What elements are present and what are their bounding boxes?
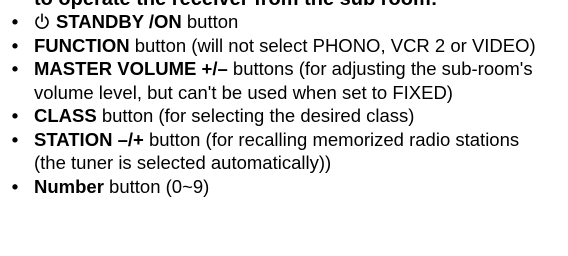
list-item-standby: • STANDBY /ON button: [0, 10, 568, 34]
list-item-function: • FUNCTION button (will not select PHONO…: [0, 34, 568, 58]
list-item-station: • STATION –/+ button (for recalling memo…: [0, 128, 568, 175]
item-description: button (will not select PHONO, VCR 2 or …: [129, 34, 536, 56]
item-name: FUNCTION: [34, 34, 130, 56]
item-name: CLASS: [34, 105, 97, 126]
bullet: •: [11, 58, 19, 79]
item-description: button: [181, 11, 239, 32]
bullet: •: [11, 105, 19, 126]
bullet: •: [11, 175, 19, 197]
item-name: STATION –/+: [34, 128, 144, 150]
power-standby-icon: [34, 13, 50, 30]
list-item-number: • Number button (0~9): [0, 175, 568, 199]
list-item-master-volume: • MASTER VOLUME +/– buttons (for adjusti…: [0, 57, 568, 104]
item-description: button (0~9): [103, 175, 210, 197]
list-item-class: • CLASS button (for selecting the desire…: [0, 104, 568, 128]
bullet: •: [11, 11, 19, 32]
item-name: MASTER VOLUME +/–: [34, 58, 228, 79]
item-name: STANDBY /ON: [56, 11, 182, 32]
bullet: •: [11, 34, 19, 56]
bullet: •: [11, 128, 19, 150]
item-description: button (for selecting the desired class): [96, 105, 415, 126]
button-list: • STANDBY /ON button • FUNCTION button (…: [0, 10, 568, 198]
item-name: Number: [34, 175, 104, 197]
